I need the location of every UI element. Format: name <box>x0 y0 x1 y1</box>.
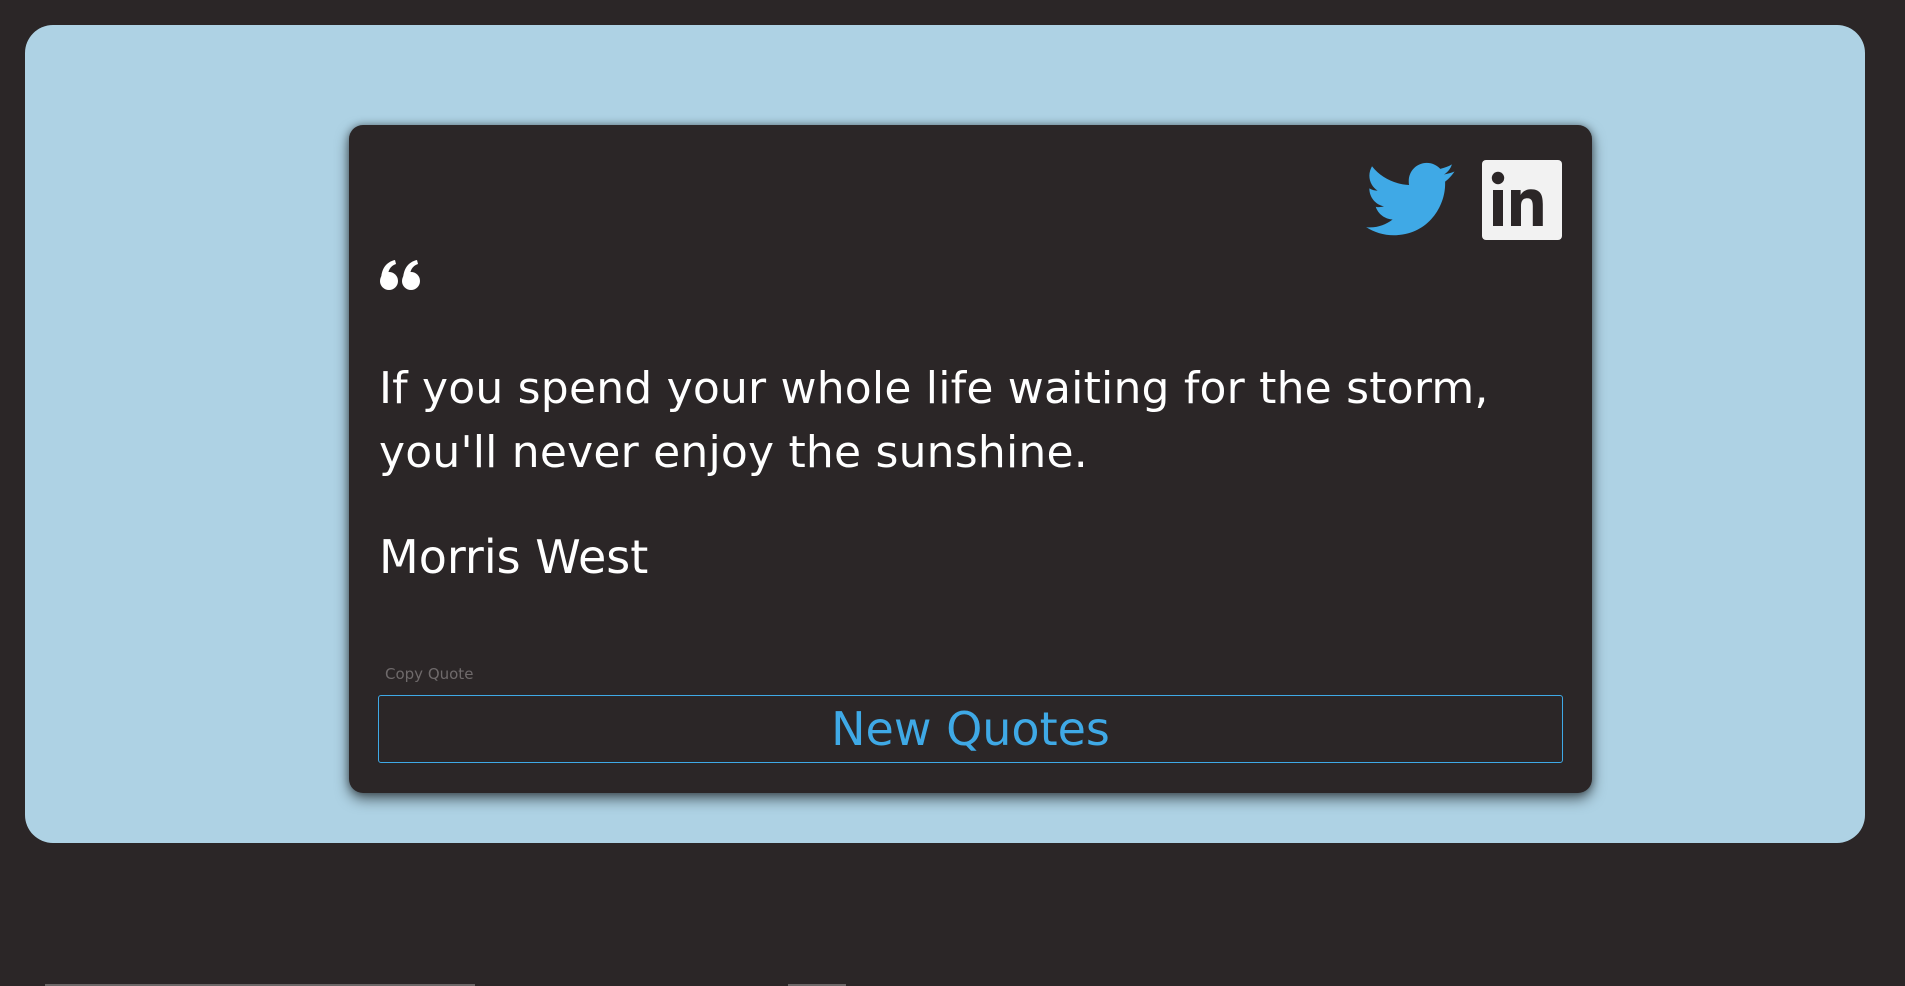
quote-author: Morris West <box>379 530 649 584</box>
quote-left-icon <box>380 260 420 290</box>
new-quote-button[interactable]: New Quotes <box>378 695 1563 763</box>
quote-text: If you spend your whole life waiting for… <box>379 363 1489 478</box>
twitter-icon <box>1366 162 1455 236</box>
quote-card: If you spend your whole life waiting for… <box>349 125 1592 793</box>
copy-quote-button[interactable]: Copy Quote <box>385 665 473 683</box>
background-panel: If you spend your whole life waiting for… <box>25 25 1865 843</box>
twitter-share-button[interactable] <box>1366 162 1456 238</box>
linkedin-icon <box>1482 160 1562 240</box>
social-links <box>1366 160 1562 240</box>
linkedin-share-button[interactable] <box>1482 160 1562 240</box>
